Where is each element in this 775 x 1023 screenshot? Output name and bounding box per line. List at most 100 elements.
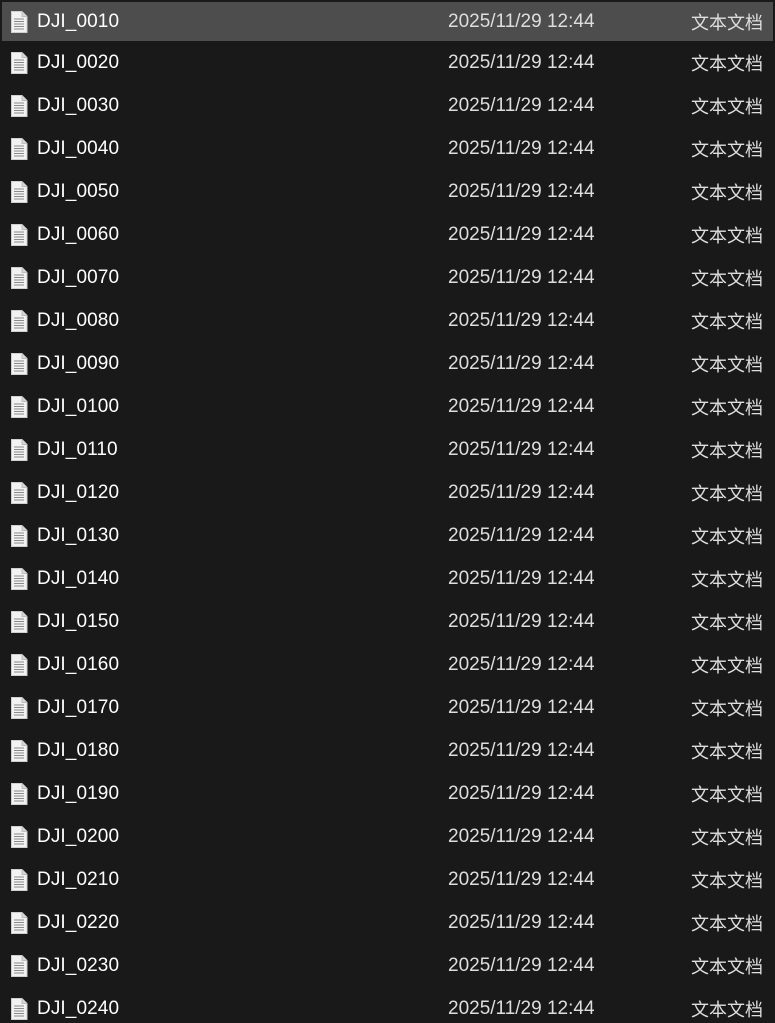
file-row[interactable]: DJI_0140 2025/11/29 12:44 文本文档 <box>2 557 773 600</box>
text-document-icon <box>10 352 28 375</box>
file-date-modified: 2025/11/29 12:44 <box>448 524 595 546</box>
file-type: 文本文档 <box>691 870 763 892</box>
file-row[interactable]: DJI_0220 2025/11/29 12:44 文本文档 <box>2 901 773 944</box>
file-row[interactable]: DJI_0110 2025/11/29 12:44 文本文档 <box>2 428 773 471</box>
file-date-modified: 2025/11/29 12:44 <box>448 137 595 159</box>
file-name: DJI_0100 <box>37 395 120 417</box>
file-date-modified: 2025/11/29 12:44 <box>448 223 595 245</box>
file-row[interactable]: DJI_0010 2025/11/29 12:44 文本文档 <box>2 2 773 41</box>
file-type: 文本文档 <box>691 311 763 333</box>
file-date-modified: 2025/11/29 12:44 <box>448 94 595 116</box>
file-row[interactable]: DJI_0020 2025/11/29 12:44 文本文档 <box>2 41 773 84</box>
file-row[interactable]: DJI_0180 2025/11/29 12:44 文本文档 <box>2 729 773 772</box>
file-date-modified: 2025/11/29 12:44 <box>448 51 595 73</box>
file-name: DJI_0080 <box>37 309 120 331</box>
file-name: DJI_0150 <box>37 610 120 632</box>
text-document-icon <box>10 94 28 117</box>
file-name: DJI_0160 <box>37 653 120 675</box>
text-document-icon <box>10 825 28 848</box>
file-row[interactable]: DJI_0240 2025/11/29 12:44 文本文档 <box>2 987 773 1023</box>
file-type: 文本文档 <box>691 827 763 849</box>
file-row[interactable]: DJI_0070 2025/11/29 12:44 文本文档 <box>2 256 773 299</box>
file-name: DJI_0060 <box>37 223 120 245</box>
file-name: DJI_0210 <box>37 868 120 890</box>
file-name: DJI_0050 <box>37 180 120 202</box>
text-document-icon <box>10 223 28 246</box>
text-document-icon <box>10 137 28 160</box>
file-type: 文本文档 <box>691 268 763 290</box>
text-document-icon <box>10 997 28 1020</box>
file-row[interactable]: DJI_0100 2025/11/29 12:44 文本文档 <box>2 385 773 428</box>
text-document-icon <box>10 911 28 934</box>
file-name: DJI_0190 <box>37 782 120 804</box>
file-type: 文本文档 <box>691 698 763 720</box>
text-document-icon <box>10 653 28 676</box>
text-document-icon <box>10 739 28 762</box>
text-document-icon <box>10 10 28 33</box>
file-date-modified: 2025/11/29 12:44 <box>448 567 595 589</box>
file-name: DJI_0140 <box>37 567 120 589</box>
text-document-icon <box>10 782 28 805</box>
file-date-modified: 2025/11/29 12:44 <box>448 180 595 202</box>
file-date-modified: 2025/11/29 12:44 <box>448 954 595 976</box>
text-document-icon <box>10 51 28 74</box>
file-row[interactable]: DJI_0170 2025/11/29 12:44 文本文档 <box>2 686 773 729</box>
text-document-icon <box>10 438 28 461</box>
file-row[interactable]: DJI_0060 2025/11/29 12:44 文本文档 <box>2 213 773 256</box>
file-name: DJI_0020 <box>37 51 120 73</box>
file-row[interactable]: DJI_0210 2025/11/29 12:44 文本文档 <box>2 858 773 901</box>
text-document-icon <box>10 180 28 203</box>
file-type: 文本文档 <box>691 612 763 634</box>
file-name: DJI_0170 <box>37 696 120 718</box>
text-document-icon <box>10 610 28 633</box>
file-name: DJI_0040 <box>37 137 120 159</box>
file-name: DJI_0240 <box>37 997 120 1019</box>
file-row[interactable]: DJI_0080 2025/11/29 12:44 文本文档 <box>2 299 773 342</box>
file-name: DJI_0010 <box>37 10 120 32</box>
file-type: 文本文档 <box>691 999 763 1021</box>
file-date-modified: 2025/11/29 12:44 <box>448 352 595 374</box>
file-name: DJI_0110 <box>37 438 118 460</box>
file-row[interactable]: DJI_0160 2025/11/29 12:44 文本文档 <box>2 643 773 686</box>
file-row[interactable]: DJI_0040 2025/11/29 12:44 文本文档 <box>2 127 773 170</box>
file-name: DJI_0130 <box>37 524 120 546</box>
file-type: 文本文档 <box>691 12 763 34</box>
file-date-modified: 2025/11/29 12:44 <box>448 610 595 632</box>
file-row[interactable]: DJI_0120 2025/11/29 12:44 文本文档 <box>2 471 773 514</box>
file-date-modified: 2025/11/29 12:44 <box>448 10 595 32</box>
text-document-icon <box>10 868 28 891</box>
file-type: 文本文档 <box>691 913 763 935</box>
file-row[interactable]: DJI_0150 2025/11/29 12:44 文本文档 <box>2 600 773 643</box>
file-row[interactable]: DJI_0130 2025/11/29 12:44 文本文档 <box>2 514 773 557</box>
file-date-modified: 2025/11/29 12:44 <box>448 653 595 675</box>
file-row[interactable]: DJI_0030 2025/11/29 12:44 文本文档 <box>2 84 773 127</box>
file-row[interactable]: DJI_0090 2025/11/29 12:44 文本文档 <box>2 342 773 385</box>
file-date-modified: 2025/11/29 12:44 <box>448 825 595 847</box>
file-type: 文本文档 <box>691 96 763 118</box>
file-row[interactable]: DJI_0200 2025/11/29 12:44 文本文档 <box>2 815 773 858</box>
file-type: 文本文档 <box>691 182 763 204</box>
file-date-modified: 2025/11/29 12:44 <box>448 481 595 503</box>
file-date-modified: 2025/11/29 12:44 <box>448 911 595 933</box>
file-name: DJI_0180 <box>37 739 120 761</box>
file-row[interactable]: DJI_0050 2025/11/29 12:44 文本文档 <box>2 170 773 213</box>
file-row[interactable]: DJI_0230 2025/11/29 12:44 文本文档 <box>2 944 773 987</box>
file-date-modified: 2025/11/29 12:44 <box>448 395 595 417</box>
file-type: 文本文档 <box>691 956 763 978</box>
file-type: 文本文档 <box>691 569 763 591</box>
file-type: 文本文档 <box>691 440 763 462</box>
file-type: 文本文档 <box>691 483 763 505</box>
file-row[interactable]: DJI_0190 2025/11/29 12:44 文本文档 <box>2 772 773 815</box>
file-name: DJI_0030 <box>37 94 120 116</box>
file-name: DJI_0220 <box>37 911 120 933</box>
file-type: 文本文档 <box>691 139 763 161</box>
file-type: 文本文档 <box>691 784 763 806</box>
file-type: 文本文档 <box>691 741 763 763</box>
file-date-modified: 2025/11/29 12:44 <box>448 997 595 1019</box>
file-date-modified: 2025/11/29 12:44 <box>448 438 595 460</box>
file-name: DJI_0230 <box>37 954 120 976</box>
file-list: DJI_0010 2025/11/29 12:44 文本文档 DJI_0020 2025… <box>0 0 775 1023</box>
file-type: 文本文档 <box>691 526 763 548</box>
text-document-icon <box>10 954 28 977</box>
file-type: 文本文档 <box>691 397 763 419</box>
